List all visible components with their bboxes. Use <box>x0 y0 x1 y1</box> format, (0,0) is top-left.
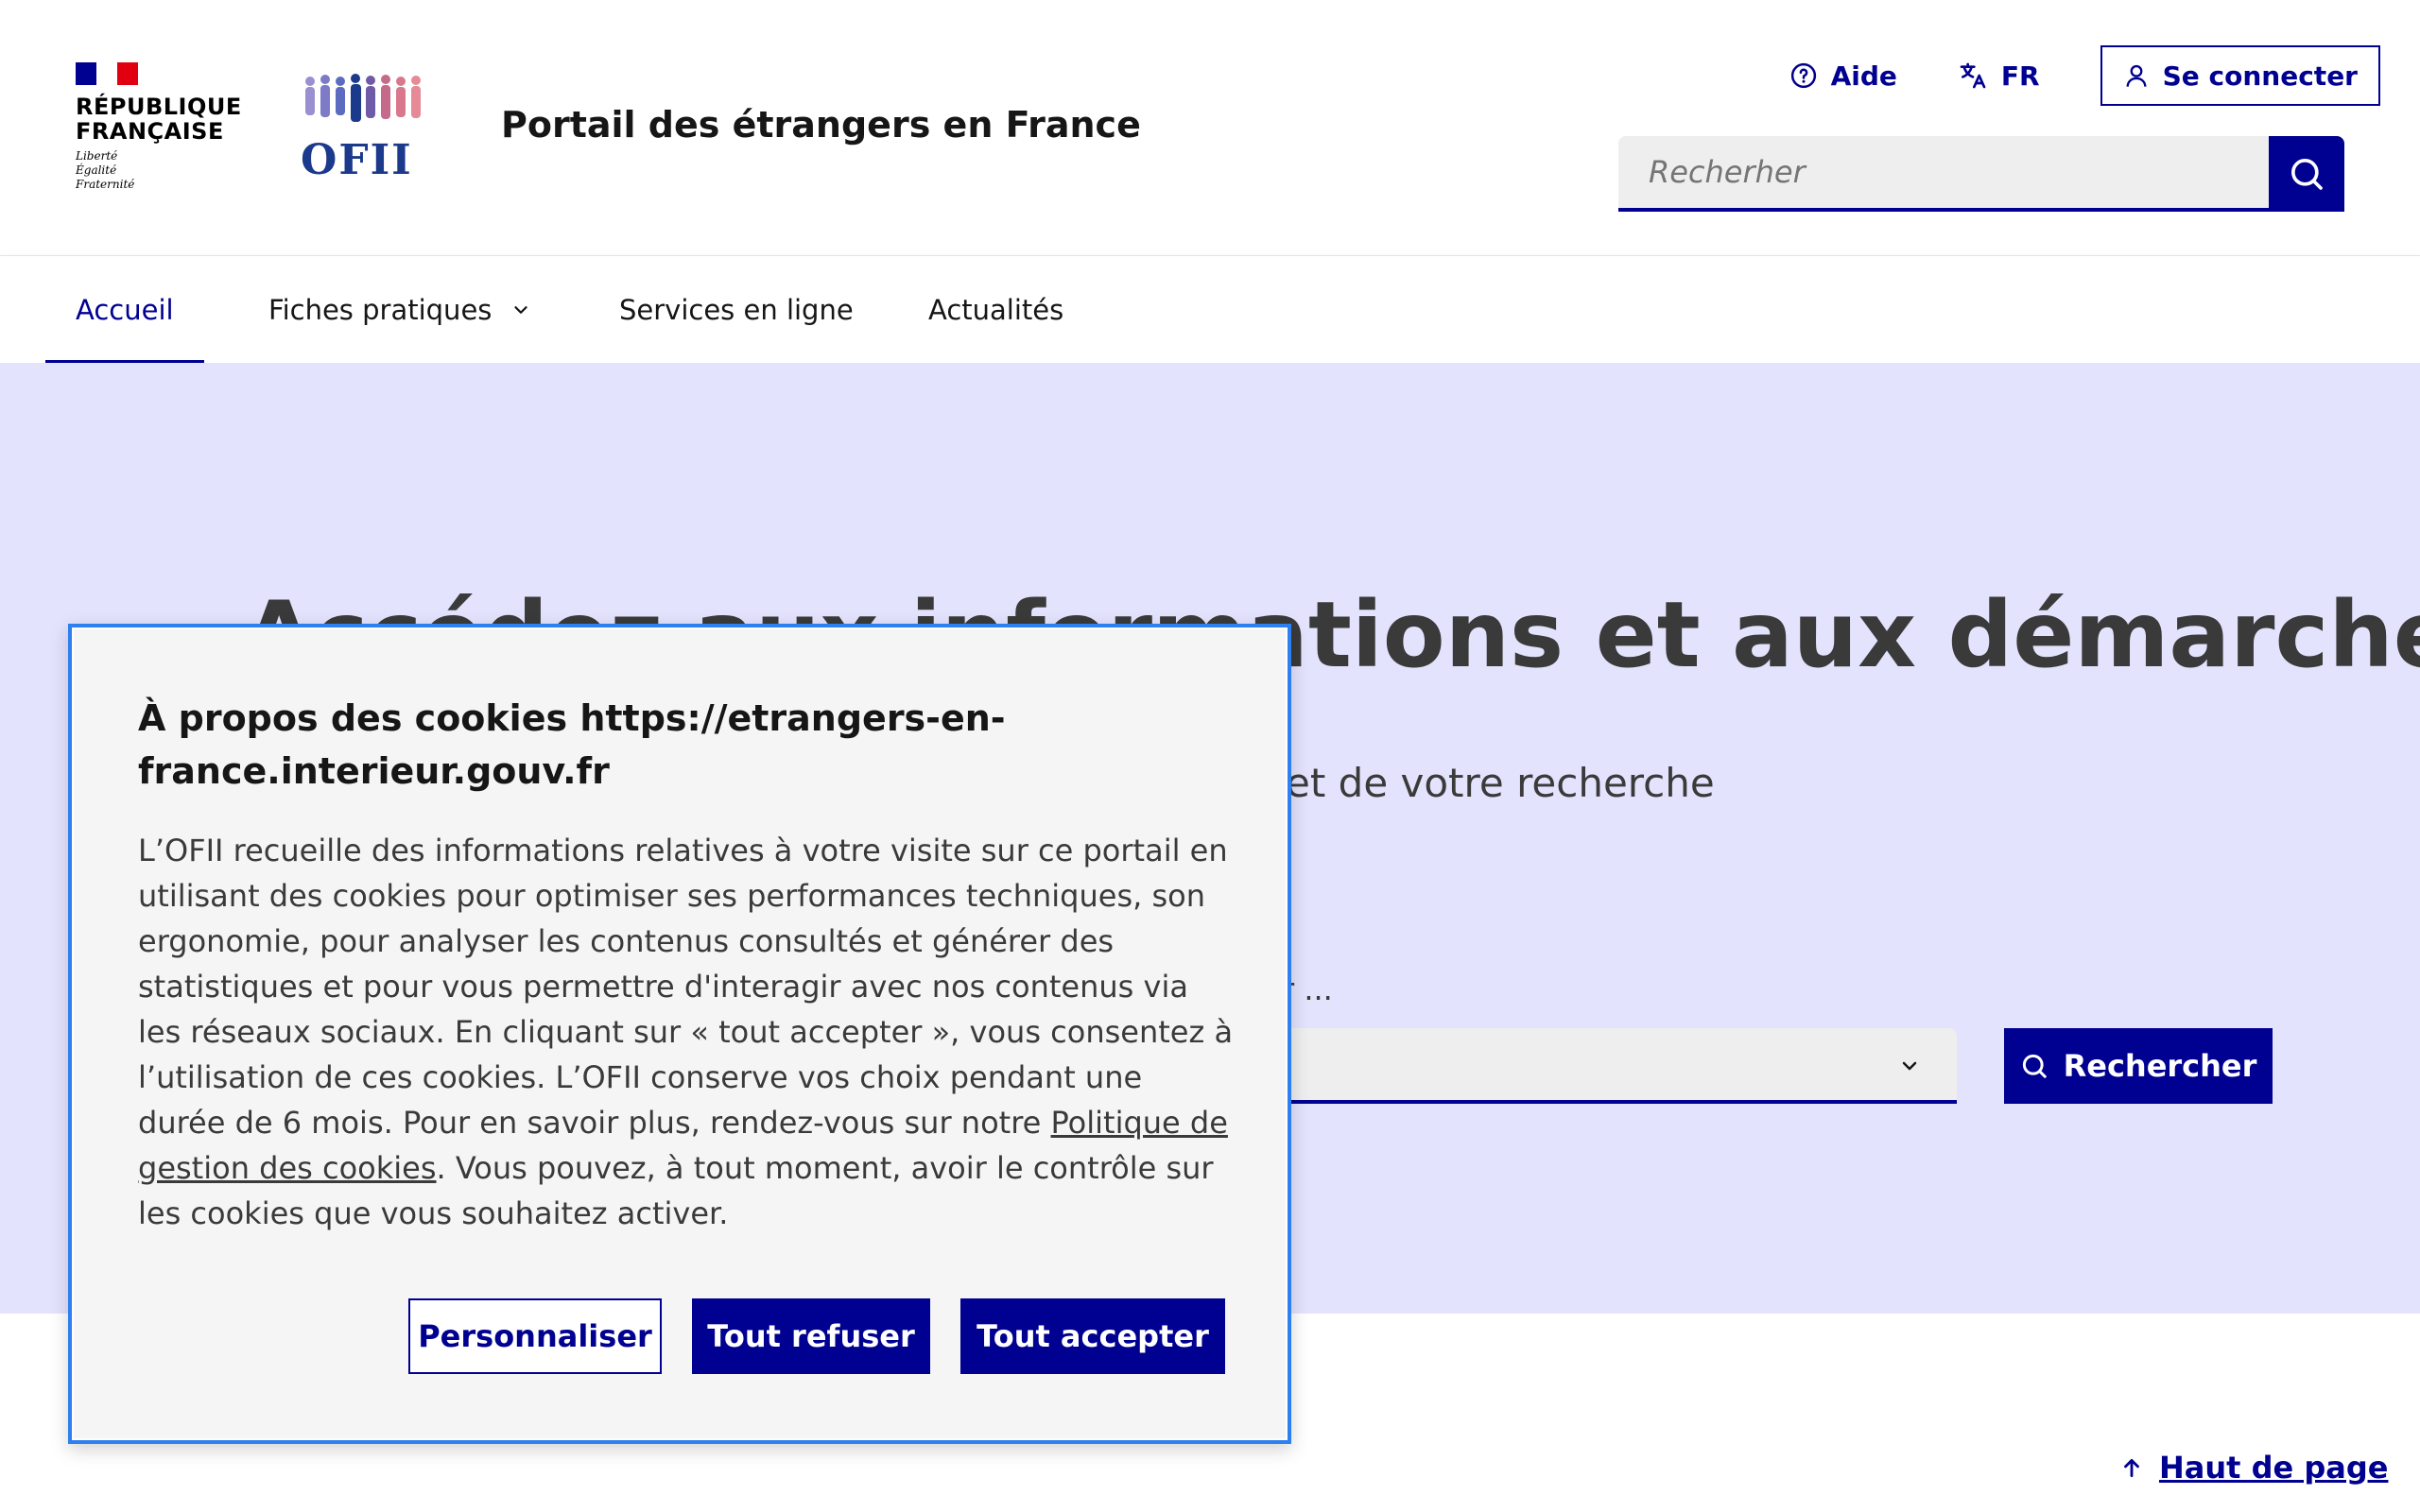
back-to-top-label: Haut de page <box>2159 1450 2389 1486</box>
site-header: RÉPUBLIQUE FRANÇAISE Liberté Égalité Fra… <box>0 0 2420 255</box>
chevron-down-icon <box>514 306 528 314</box>
republique-francaise-logo[interactable]: RÉPUBLIQUE FRANÇAISE Liberté Égalité Fra… <box>76 62 242 192</box>
translate-icon <box>1960 62 1986 89</box>
search-input[interactable] <box>1618 136 2269 212</box>
french-flag-icon <box>76 62 138 85</box>
customize-cookies-button[interactable]: Personnaliser <box>408 1298 662 1374</box>
search-icon <box>2022 1054 2047 1078</box>
nav-item-accueil[interactable]: Accueil <box>45 256 203 364</box>
accept-all-button[interactable]: Tout accepter <box>960 1298 1225 1374</box>
question-circle-icon <box>1790 62 1816 89</box>
nav-item-services-en-ligne[interactable]: Services en ligne <box>619 256 854 364</box>
ofii-logo-text: OFII <box>301 136 413 184</box>
chevron-down-icon <box>1902 1061 1917 1071</box>
people-figures-icon <box>305 74 421 122</box>
cookie-dialog-title: À propos des cookies https://etrangers-e… <box>138 697 1006 792</box>
language-selector[interactable]: FR <box>1958 60 2040 92</box>
service-title[interactable]: Portail des étrangers en France <box>501 104 1141 146</box>
search-button[interactable] <box>2269 136 2344 212</box>
help-label: Aide <box>1830 60 1897 92</box>
nav-item-label: Accueil <box>76 294 174 326</box>
header-tools: Aide FR Se connecter <box>1789 45 2380 106</box>
cookie-consent-dialog: À propos des cookies https://etrangers-e… <box>68 624 1291 1444</box>
arrow-up-icon <box>2124 1459 2139 1478</box>
nav-item-label: Services en ligne <box>619 294 854 326</box>
login-label: Se connecter <box>2162 60 2358 92</box>
hero-subtitle: et de votre recherche <box>1286 760 1715 806</box>
republic-name: RÉPUBLIQUE FRANÇAISE <box>76 94 242 145</box>
header-search <box>1618 136 2344 212</box>
user-icon <box>2126 64 2147 87</box>
republic-motto: Liberté Égalité Fraternité <box>76 149 135 191</box>
hero-search-button[interactable]: Rechercher <box>2004 1028 2273 1104</box>
back-to-top-link[interactable]: Haut de page <box>2119 1450 2388 1486</box>
language-label: FR <box>2000 60 2040 92</box>
help-link[interactable]: Aide <box>1789 60 1897 92</box>
nav-item-fiches-pratiques[interactable]: Fiches pratiques <box>268 256 531 364</box>
ofii-logo[interactable]: OFII <box>301 74 425 187</box>
nav-item-label: Fiches pratiques <box>268 294 493 326</box>
nav-item-actualites[interactable]: Actualités <box>928 256 1063 364</box>
cookie-dialog-body: L’OFII recueille des informations relati… <box>138 833 1234 1231</box>
main-navigation: Accueil Fiches pratiques Services en lig… <box>0 255 2420 364</box>
nav-item-label: Actualités <box>928 294 1064 326</box>
search-icon <box>2291 159 2323 190</box>
refuse-all-button[interactable]: Tout refuser <box>692 1298 930 1374</box>
hero-search-button-label: Rechercher <box>2063 1048 2257 1084</box>
login-button[interactable]: Se connecter <box>2100 45 2380 106</box>
